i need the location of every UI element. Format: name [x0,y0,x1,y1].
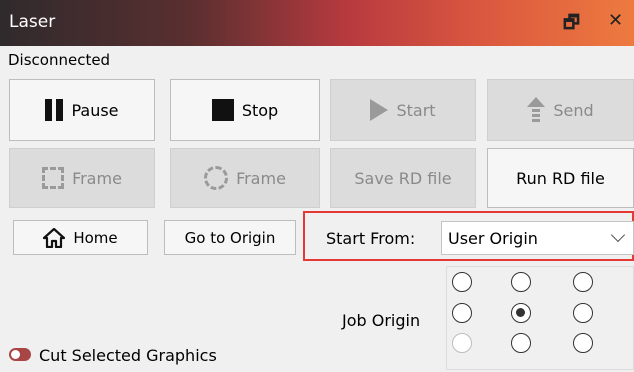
window-titlebar: Laser 🗗 ✕ [0,0,634,46]
job-origin-bottom-center[interactable] [511,333,531,353]
pause-button-label: Pause [71,100,119,120]
frame-circle-button[interactable]: Frame [170,148,320,208]
job-origin-top-left[interactable] [452,272,472,292]
frame-square-label: Frame [72,168,122,188]
float-window-icon[interactable]: 🗗 [563,10,580,40]
go-to-origin-label: Go to Origin [184,228,276,247]
frame-square-button[interactable]: Frame [9,148,155,208]
job-origin-grid [446,266,634,370]
start-from-label: Start From: [326,229,416,248]
chevron-down-icon [610,227,626,243]
save-rd-file-label: Save RD file [354,168,452,188]
save-rd-file-button[interactable]: Save RD file [330,148,476,208]
send-button[interactable]: Send [487,79,634,141]
start-button[interactable]: Start [330,79,476,141]
cut-selected-label: Cut Selected Graphics [39,346,217,365]
frame-square-icon [42,167,65,189]
window-title: Laser [9,12,56,32]
home-button-label: Home [73,228,118,247]
job-origin-bottom-right[interactable] [573,333,593,353]
home-icon [43,227,66,248]
frame-circle-label: Frame [236,168,286,188]
stop-icon [211,99,234,121]
play-icon [370,99,389,121]
send-button-label: Send [553,100,594,120]
pause-button[interactable]: Pause [9,79,155,141]
stop-button[interactable]: Stop [170,79,320,141]
job-origin-middle-right[interactable] [573,303,593,323]
connection-status: Disconnected [8,51,111,69]
go-to-origin-button[interactable]: Go to Origin [164,220,296,255]
job-origin-label: Job Origin [342,311,421,330]
pause-icon [45,99,64,121]
start-from-value: User Origin [448,229,538,248]
send-icon [527,97,546,123]
job-origin-center[interactable] [511,303,531,323]
cut-selected-toggle[interactable] [9,348,31,361]
home-button[interactable]: Home [13,220,148,255]
job-origin-middle-left[interactable] [452,303,472,323]
run-rd-file-button[interactable]: Run RD file [487,148,634,208]
run-rd-file-label: Run RD file [516,168,605,188]
frame-circle-icon [204,166,229,190]
start-button-label: Start [396,100,436,120]
stop-button-label: Stop [241,100,279,120]
start-from-select[interactable]: User Origin [441,221,634,255]
close-icon[interactable]: ✕ [608,10,623,31]
job-origin-top-center[interactable] [511,272,531,292]
job-origin-bottom-left[interactable] [452,333,472,353]
job-origin-top-right[interactable] [573,272,593,292]
